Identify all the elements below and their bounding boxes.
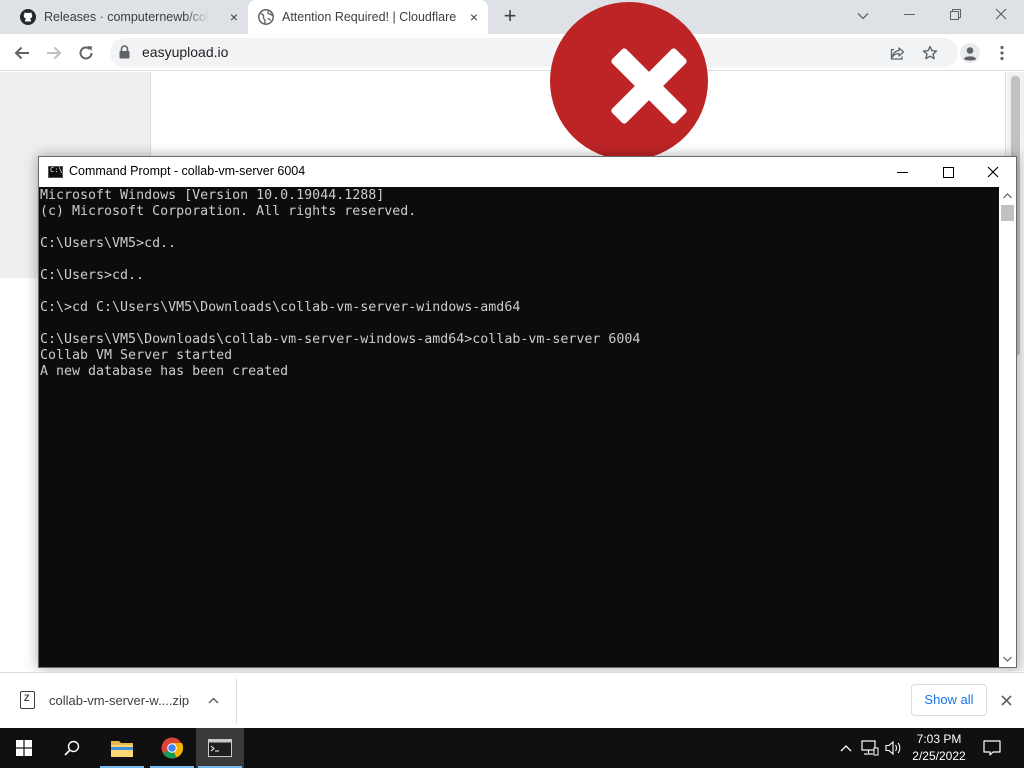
- chevron-up-icon[interactable]: [206, 693, 220, 707]
- console-line: C:\Users\VM5>cd..: [40, 236, 177, 251]
- clock-date: 2/25/2022: [912, 749, 966, 763]
- chrome-icon: [161, 737, 183, 759]
- console-line: A new database has been created: [40, 364, 289, 379]
- tab-attention-required[interactable]: Attention Required! | Cloudflare ×: [248, 0, 488, 34]
- zip-file-icon-glyph: Z: [24, 693, 30, 703]
- close-window-icon[interactable]: [978, 0, 1024, 30]
- console-line: (c) Microsoft Corporation. All rights re…: [40, 204, 417, 219]
- shelf-divider: [236, 679, 237, 723]
- show-all-button[interactable]: Show all: [911, 684, 987, 716]
- search-icon: [64, 740, 80, 756]
- console-scrollbar[interactable]: [999, 187, 1016, 667]
- browser-tab-strip: Releases · computernewb/collab-vm-server…: [0, 0, 1024, 34]
- download-shelf: Z collab-vm-server-w....zip Show all: [0, 672, 1024, 728]
- windows-logo-icon: [16, 740, 32, 756]
- bookmark-star-icon[interactable]: [920, 43, 940, 63]
- tab-close-icon[interactable]: ×: [466, 9, 482, 25]
- github-icon: [20, 9, 36, 25]
- forward-button[interactable]: [40, 39, 68, 67]
- command-prompt-icon: [208, 739, 232, 757]
- download-item[interactable]: Z collab-vm-server-w....zip: [10, 681, 228, 721]
- clock-time: 7:03 PM: [916, 732, 962, 746]
- minimize-icon[interactable]: [886, 0, 932, 30]
- new-tab-button[interactable]: +: [498, 5, 522, 29]
- reload-icon: [79, 46, 93, 60]
- folder-icon: [111, 741, 133, 757]
- cmd-minimize-icon[interactable]: [879, 157, 925, 187]
- search-button[interactable]: [48, 728, 96, 768]
- back-arrow-icon: [14, 46, 29, 60]
- address-bar[interactable]: easyupload.io: [110, 38, 958, 67]
- taskbar-command-prompt[interactable]: [196, 728, 244, 768]
- console-output[interactable]: Microsoft Windows [Version 10.0.19044.12…: [39, 187, 999, 667]
- console-line: C:\Users>cd..: [40, 268, 145, 283]
- console-line: C:\Users\VM5\Downloads\collab-vm-server-…: [40, 332, 641, 347]
- globe-icon: [258, 9, 274, 25]
- share-icon[interactable]: [888, 43, 908, 63]
- chrome-menu-icon[interactable]: [988, 39, 1016, 67]
- console-line: Microsoft Windows [Version 10.0.19044.12…: [40, 188, 385, 203]
- tab-releases[interactable]: Releases · computernewb/collab-vm-server…: [10, 0, 248, 34]
- browser-toolbar: easyupload.io: [0, 34, 1024, 71]
- back-button[interactable]: [8, 39, 36, 67]
- start-button[interactable]: [0, 728, 48, 768]
- profile-avatar-icon[interactable]: [956, 39, 984, 67]
- windows-taskbar: 7:03 PM 2/25/2022: [0, 728, 1024, 768]
- lock-icon[interactable]: [119, 45, 130, 59]
- forward-arrow-icon: [47, 46, 62, 60]
- reload-button[interactable]: [72, 39, 100, 67]
- cmd-window-title: Command Prompt - collab-vm-server 6004: [69, 164, 306, 178]
- cmd-icon-glyph: C:\: [50, 166, 63, 174]
- cmd-app-icon[interactable]: C:\: [48, 166, 63, 178]
- url-text: easyupload.io: [142, 44, 229, 60]
- cmd-title-bar[interactable]: C:\ Command Prompt - collab-vm-server 60…: [39, 157, 1016, 187]
- console-line: C:\>cd C:\Users\VM5\Downloads\collab-vm-…: [40, 300, 521, 315]
- taskbar-chrome[interactable]: [148, 728, 196, 768]
- console-line: Collab VM Server started: [40, 348, 233, 363]
- restore-icon[interactable]: [932, 0, 978, 30]
- tray-chevron-up-icon[interactable]: [836, 738, 856, 758]
- zip-file-icon: Z: [20, 691, 35, 709]
- scroll-up-icon[interactable]: [999, 187, 1016, 204]
- system-clock[interactable]: 7:03 PM 2/25/2022: [903, 731, 975, 765]
- command-prompt-window[interactable]: C:\ Command Prompt - collab-vm-server 60…: [38, 156, 1017, 668]
- network-icon[interactable]: [860, 738, 880, 758]
- console-scrollbar-thumb[interactable]: [1001, 205, 1014, 221]
- close-shelf-icon[interactable]: [996, 690, 1016, 710]
- taskbar-file-explorer[interactable]: [98, 728, 146, 768]
- download-file-name: collab-vm-server-w....zip: [49, 693, 190, 708]
- cmd-maximize-icon[interactable]: [925, 157, 971, 187]
- tab-label: Releases · computernewb/collab-vm-server: [44, 10, 209, 24]
- scroll-down-icon[interactable]: [999, 650, 1016, 667]
- error-x-icon: [550, 2, 708, 160]
- cmd-close-icon[interactable]: [970, 157, 1016, 187]
- notifications-icon[interactable]: [982, 738, 1002, 758]
- tab-close-icon[interactable]: ×: [226, 9, 242, 25]
- volume-icon[interactable]: [884, 738, 904, 758]
- tab-label: Attention Required! | Cloudflare: [282, 10, 457, 24]
- tab-search-chevron-icon[interactable]: [840, 0, 886, 30]
